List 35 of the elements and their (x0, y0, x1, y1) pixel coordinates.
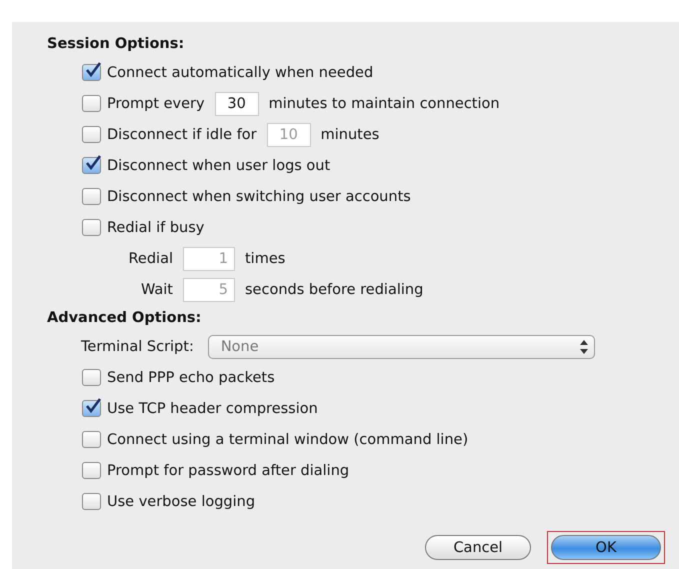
section-heading: Session Options: (47, 35, 186, 54)
checkbox[interactable] (82, 157, 101, 174)
terminal-script-select[interactable]: None (208, 334, 595, 358)
option-label: Connect using a terminal window (command line) (107, 432, 468, 448)
option-label: Send PPP echo packets (107, 370, 275, 386)
option-label: Disconnect if idle for (107, 126, 257, 142)
option-label: Prompt every (107, 96, 205, 112)
option-label: Use TCP header compression (107, 400, 318, 416)
dialog-button[interactable]: OK (551, 535, 661, 560)
checkbox[interactable] (82, 369, 101, 386)
field-label: Wait (140, 282, 173, 298)
dialog-button[interactable]: Cancel (425, 535, 531, 560)
option-label: Use verbose logging (107, 494, 256, 510)
checkbox[interactable] (82, 493, 101, 510)
field-label: seconds before redialing (245, 282, 424, 298)
checkbox[interactable] (82, 188, 101, 205)
option-label: Redial if busy (107, 220, 204, 236)
checkbox[interactable] (82, 400, 101, 417)
option-label: minutes (320, 126, 380, 142)
option-label: Prompt for password after dialing (107, 462, 350, 478)
checkbox[interactable] (82, 95, 101, 112)
stepper-icon (580, 340, 588, 354)
checkbox[interactable] (82, 219, 101, 236)
select-label: Terminal Script: (81, 338, 194, 354)
field-label: Redial (128, 250, 173, 266)
option-label: minutes to maintain connection (268, 96, 500, 112)
number-field[interactable]: 30 (214, 92, 259, 116)
section-heading: Advanced Options: (47, 309, 202, 328)
option-label: Connect automatically when needed (107, 64, 374, 80)
option-label: Disconnect when user logs out (107, 158, 330, 174)
checkbox[interactable] (82, 64, 101, 81)
field-label: times (245, 250, 286, 266)
checkbox[interactable] (82, 431, 101, 448)
option-label: Disconnect when switching user accounts (107, 188, 411, 204)
checkbox[interactable] (82, 462, 101, 479)
